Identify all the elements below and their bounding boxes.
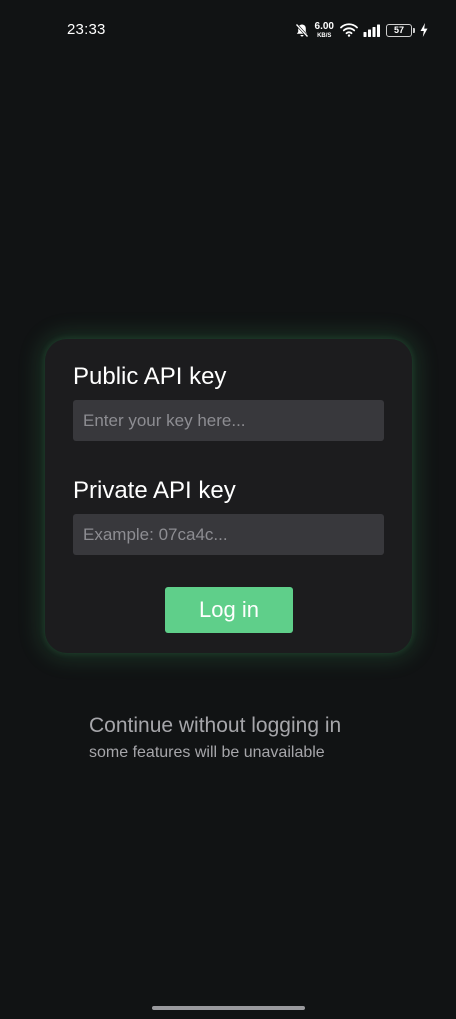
private-key-label: Private API key (73, 477, 236, 504)
wifi-icon (340, 23, 358, 37)
network-speed-unit: KB/S (317, 32, 332, 39)
login-button[interactable]: Log in (165, 587, 293, 633)
gesture-navigation-bar[interactable] (152, 1006, 305, 1010)
battery-level: 57 (393, 25, 404, 35)
status-time: 23:33 (67, 21, 106, 38)
bell-muted-icon (295, 23, 309, 38)
login-screen: 23:33 6.00 KB/S 57 Public API key Enter … (0, 0, 456, 1019)
continue-subtitle: some features will be unavailable (89, 744, 325, 761)
status-bar: 23:33 6.00 KB/S 57 (0, 0, 456, 60)
charging-bolt-icon (420, 23, 428, 37)
private-key-input[interactable] (73, 514, 384, 555)
public-key-input[interactable] (73, 400, 384, 441)
status-icons: 6.00 KB/S 57 (295, 20, 428, 40)
public-key-label: Public API key (73, 363, 227, 390)
network-speed: 6.00 KB/S (314, 20, 334, 39)
network-speed-value: 6.00 (314, 20, 334, 32)
signal-icon (363, 24, 381, 37)
login-card: Public API key Private API key Log in (45, 339, 412, 653)
continue-without-login-link[interactable]: Continue without logging in some feature… (89, 714, 341, 762)
battery-icon: 57 (386, 23, 415, 37)
continue-title: Continue without logging in (89, 714, 342, 737)
